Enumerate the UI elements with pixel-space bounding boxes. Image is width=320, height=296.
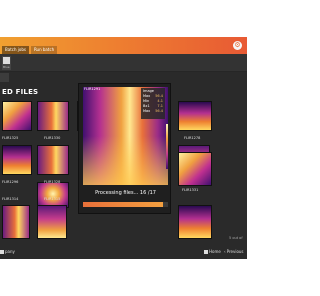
back-label: pany: [5, 249, 15, 254]
app-window: Batch jobs Run batch ⚙ Blue ED FILES FLI…: [0, 37, 247, 259]
thumbnail[interactable]: [178, 152, 212, 186]
side-marker[interactable]: [0, 73, 9, 82]
section-title: ED FILES: [2, 88, 39, 96]
thumbnail-label: FLIR1278: [184, 136, 201, 140]
preview-overlay: FLIR1291 Image Max 56.4 Min 4.1 Bx1 7.1 Max…: [78, 83, 171, 214]
measurement-row: Max 56.4: [143, 109, 163, 114]
thumbnail-label: FLIR1296: [2, 180, 19, 184]
processing-text: Processing files... 16 /17: [95, 190, 156, 196]
previous-label: Previous: [226, 249, 244, 254]
swatch-box: [3, 57, 10, 64]
thumbnail-label: FLIR1330: [44, 136, 61, 140]
thumbnail[interactable]: [178, 205, 212, 239]
measurement-table: Image Max 56.4 Min 4.1 Bx1 7.1 Max 56.4: [141, 88, 165, 119]
gear-icon[interactable]: ⚙: [233, 41, 242, 50]
temperature-scale: [166, 124, 168, 169]
title-bar: Batch jobs Run batch ⚙: [0, 37, 247, 54]
tab-bar: Batch jobs Run batch: [2, 46, 58, 54]
thumbnail-label: FLIR1331: [182, 188, 199, 192]
thumbnail[interactable]: [2, 205, 30, 239]
toolbar: Blue: [0, 54, 247, 72]
thumbnail[interactable]: [178, 101, 212, 131]
back-icon: [0, 249, 4, 254]
thumbnail[interactable]: [37, 145, 69, 175]
home-label: Home: [209, 249, 221, 254]
previous-button[interactable]: ‹ Previous: [224, 249, 244, 254]
measurement-name: Max: [143, 109, 151, 113]
thumbnail-label: FLIR1325: [2, 136, 19, 140]
measurement-value: 56.4: [155, 109, 163, 113]
thumbnail[interactable]: [37, 101, 69, 131]
progress-bar: [83, 202, 168, 207]
back-button[interactable]: pany: [0, 249, 15, 254]
chevron-left-icon: ‹: [224, 249, 226, 254]
filter-label: Blue: [3, 65, 10, 69]
tab-run-batch[interactable]: Run batch: [30, 46, 58, 54]
thumbnail-label: FLIR1328: [44, 180, 61, 184]
preview-label: FLIR1291: [84, 87, 101, 91]
thumbnail[interactable]: [2, 101, 32, 131]
tab-batch-jobs[interactable]: Batch jobs: [2, 46, 29, 54]
side-hint: 5 out of: [229, 236, 243, 240]
thumbnail[interactable]: [2, 145, 32, 175]
thumbnail-label: FLIR1315: [44, 197, 61, 201]
home-button[interactable]: Home: [204, 249, 221, 254]
filter-swatch[interactable]: Blue: [2, 56, 11, 70]
thumbnail-label: FLIR1314: [2, 197, 19, 201]
thumbnail[interactable]: [37, 205, 67, 239]
home-icon: [204, 249, 208, 254]
bottom-bar: pany Home ‹ Previous: [0, 246, 247, 259]
progress-fill: [83, 202, 163, 207]
